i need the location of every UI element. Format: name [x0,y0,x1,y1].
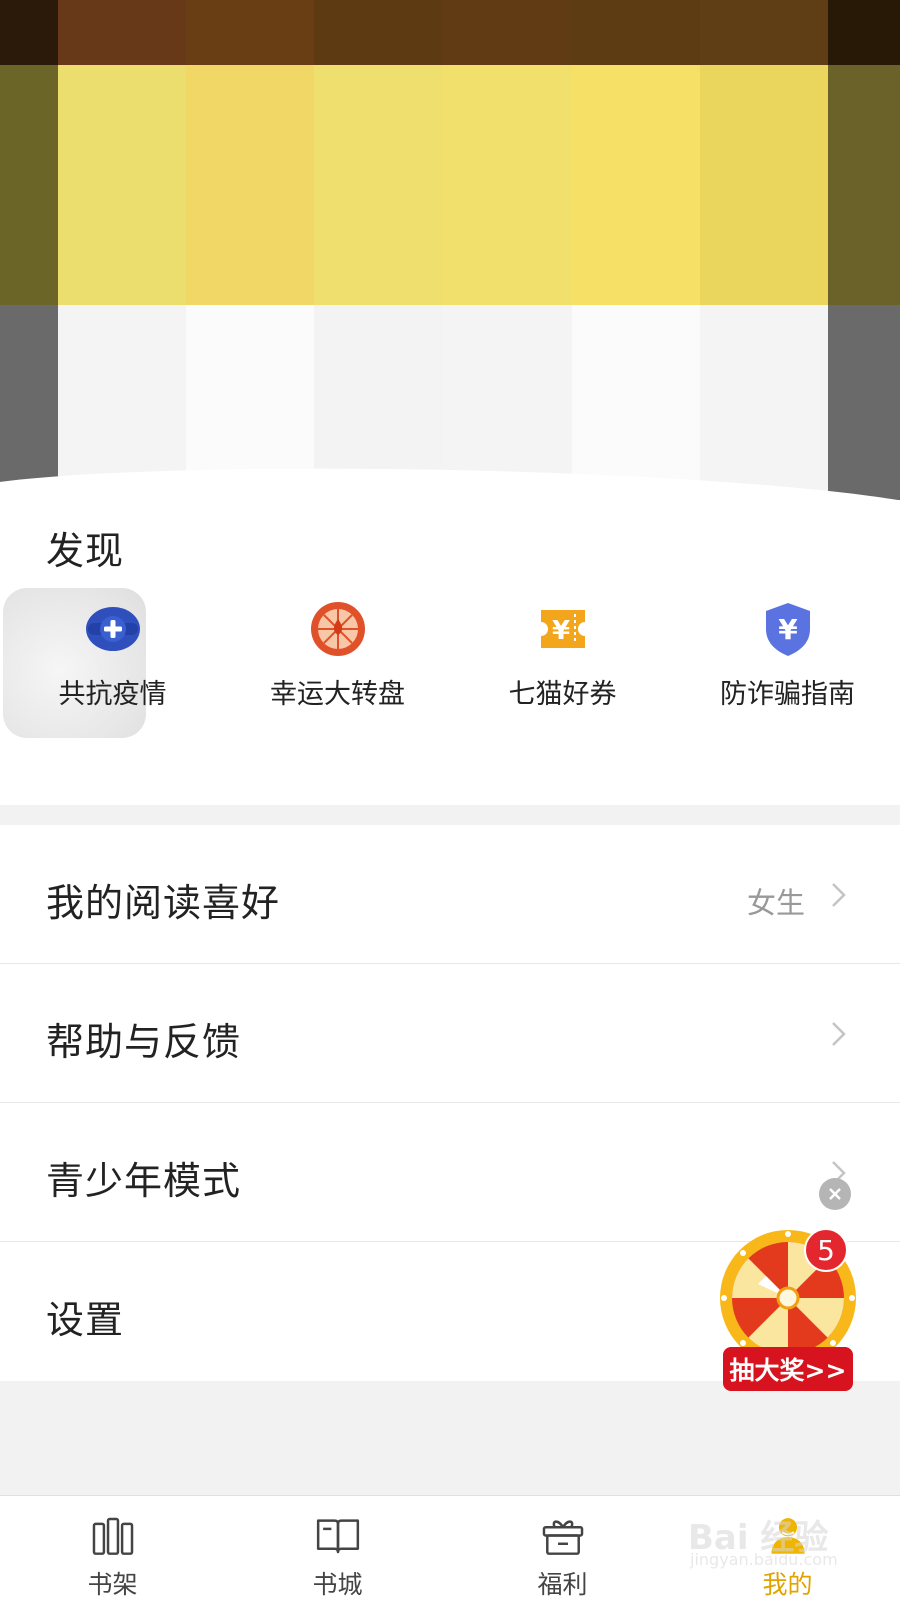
tab-label: 书架 [87,1570,138,1599]
medical-plus-icon [84,600,142,658]
menu-row-reading-preference[interactable]: 我的阅读喜好 女生 [0,825,900,964]
tab-welfare[interactable]: 福利 [450,1496,675,1601]
reading-preference-value: 女生 [746,886,805,920]
lucky-wheel-icon [309,600,367,658]
close-floating-button[interactable] [819,1178,851,1210]
gift-icon [542,1520,583,1555]
menu-row-help-feedback[interactable]: 帮助与反馈 [0,964,900,1103]
menu-row-youth-mode[interactable]: 青少年模式 [0,1103,900,1242]
discover-item-lucky-wheel[interactable]: 幸运大转盘 [225,600,450,711]
menu-row-label: 我的阅读喜好 [46,881,281,925]
close-icon [829,1188,841,1200]
discover-item-epidemic[interactable]: 共抗疫情 [0,600,225,711]
discover-item-label: 幸运大转盘 [270,679,405,710]
svg-text:¥: ¥ [778,613,798,646]
coupon-ticket-icon: ¥ [534,600,592,658]
menu-row-label: 设置 [46,1298,125,1342]
lottery-count-badge: 5 [804,1228,848,1272]
chevron-right-icon [832,883,846,907]
discover-item-anti-fraud[interactable]: ¥ 防诈骗指南 [675,600,900,711]
discover-title: 发现 [46,529,125,573]
discover-section: 发现 共抗疫情 幸运大转盘 ¥ 七猫好券 ¥ 防诈骗指南 [0,500,900,805]
lottery-button-label[interactable]: 抽大奖>> [723,1347,853,1391]
tab-label: 福利 [537,1570,588,1599]
profile-header-blurred [0,0,900,530]
shield-yuan-icon: ¥ [759,600,817,658]
tab-bookshelf[interactable]: 书架 [0,1496,225,1601]
discover-item-label: 防诈骗指南 [720,679,855,710]
menu-row-label: 青少年模式 [46,1159,242,1203]
discover-item-label: 共抗疫情 [58,679,167,710]
baidu-jingyan-watermark: Bai 经验 jingyan.baidu.com [688,1502,898,1572]
discover-item-coupon[interactable]: ¥ 七猫好券 [450,600,675,711]
tab-bookstore[interactable]: 书城 [225,1496,450,1601]
chevron-right-icon [832,1022,846,1046]
tab-label: 书城 [312,1570,363,1599]
open-book-icon [316,1519,359,1554]
discover-item-label: 七猫好券 [508,679,617,710]
svg-text:¥: ¥ [551,616,569,646]
watermark-url: jingyan.baidu.com [690,1550,838,1569]
bookshelf-icon [92,1517,133,1555]
menu-row-label: 帮助与反馈 [46,1020,242,1064]
